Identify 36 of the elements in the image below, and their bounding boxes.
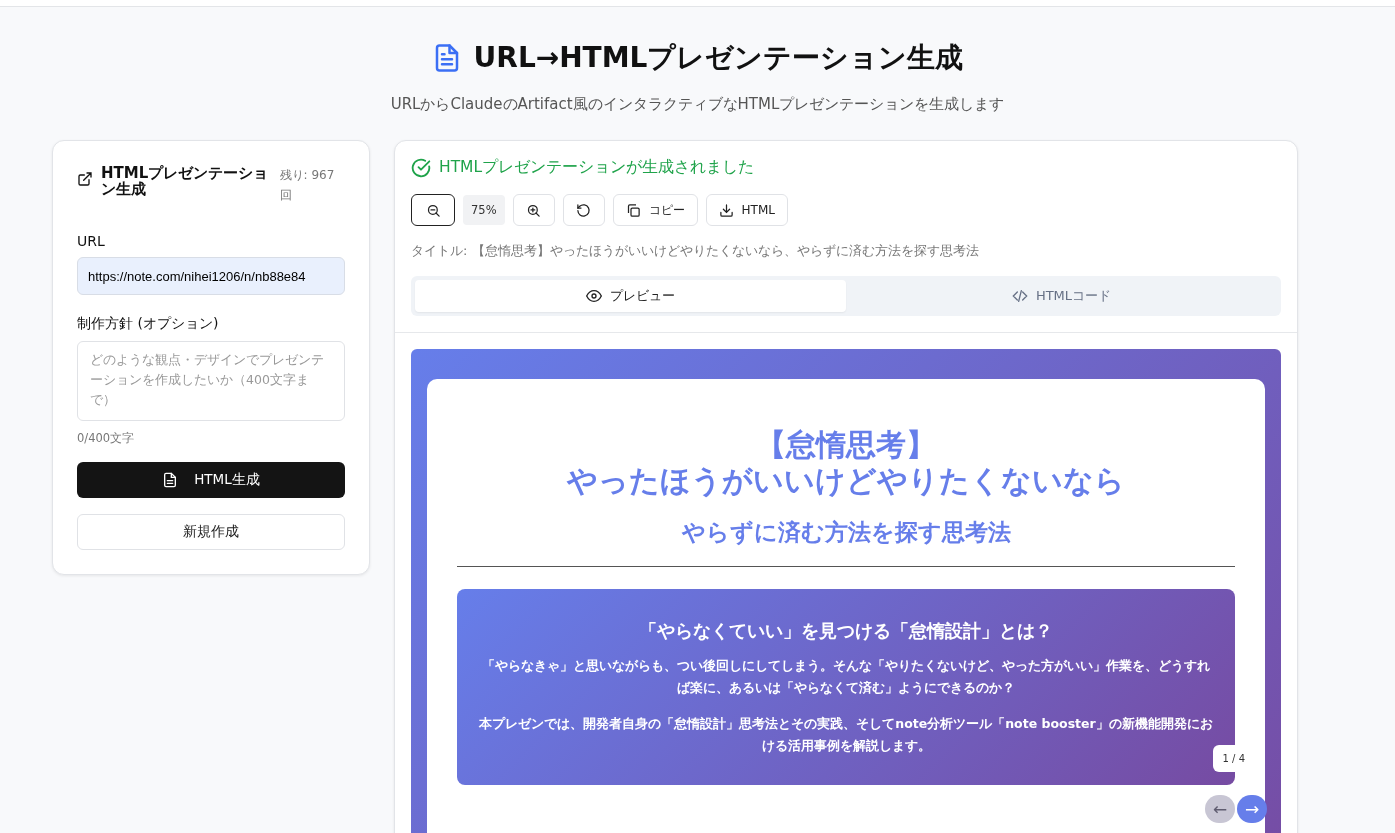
copy-icon — [625, 202, 641, 218]
view-tab[interactable]: プレビュー — [415, 280, 846, 312]
remaining-count: 残り: 967回 — [279, 167, 336, 204]
policy-field[interactable]: どのような観点・デザインでプレゼンテーションを作成したいか（400文字まで） — [77, 341, 345, 421]
new-button[interactable]: 新規作成 — [77, 514, 345, 550]
url-field[interactable]: https://note.com/nihei1206/n/nb88e84 — [77, 257, 345, 295]
download-icon — [718, 202, 734, 218]
panel-heading: 「やらなくていい」を見つける「怠惰設計」とは？ — [638, 619, 1054, 643]
document-icon — [162, 472, 179, 488]
rotate-icon — [576, 202, 592, 218]
zoom-in-button[interactable] — [512, 194, 555, 226]
generate-button[interactable]: HTML生成 — [77, 462, 345, 498]
panel-paragraph: 「やらなきゃ」と思いながらも、つい後回しにしてしまう。そんな「やりたくないけど、やった方がいい」作業を、どうすれば楽に、あるいは「やらなくて済む」ようにできるのか？ — [481, 657, 1211, 697]
zoom-in-icon — [526, 202, 542, 218]
presentation-title: タイトル: 【怠惰思考】やったほうがいいけどやりたくないなら、やらずに済む方法を探す思考法 — [411, 242, 980, 260]
page-title: URL→HTMLプレゼンテーション生成 — [473, 40, 964, 76]
slide-title: 【怠惰思考】 やったほうがいいけどやりたくないなら — [565, 427, 1126, 499]
check-circle-icon — [411, 157, 431, 178]
zoom-out-button[interactable] — [411, 194, 455, 226]
slide-subtitle: やらずに済む方法を探す思考法 — [680, 518, 1012, 547]
reset-button[interactable] — [562, 194, 605, 226]
character-counter: 0/400文字 — [77, 431, 136, 446]
zoom-level: 75% — [463, 195, 505, 225]
code-icon — [1011, 288, 1028, 304]
status-message: HTMLプレゼンテーションが生成されました — [439, 157, 755, 178]
eye-icon — [586, 288, 602, 304]
copy-button[interactable]: コピー — [612, 194, 698, 226]
view-tab[interactable]: HTMLコード — [846, 280, 1277, 312]
zoom-out-icon — [425, 202, 441, 218]
form-title: HTMLプレゼンテーション生成 — [101, 165, 270, 197]
policy-label: 制作方針 (オプション) — [77, 315, 220, 333]
download-button[interactable]: HTML — [705, 194, 788, 226]
external-link-icon — [77, 171, 93, 187]
url-label: URL — [77, 233, 106, 249]
page-subtitle: URLからClaudeのArtifact風のインタラクティブなHTMLプレゼンテーションを生成します — [389, 95, 1006, 114]
panel-paragraph: 本プレゼンでは、開発者自身の「怠惰設計」思考法とその実践、そしてnote分析ツール「note booster」の新機能開発における活用事例を解説します。 — [478, 715, 1214, 755]
